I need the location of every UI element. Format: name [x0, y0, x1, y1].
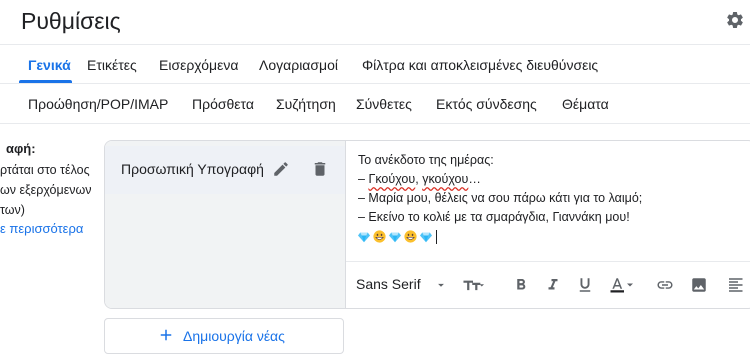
chevron-down-icon: [438, 283, 444, 287]
signature-panel: Προσωπική Υπογραφή Το ανέκδοτο της ημέρα…: [104, 140, 750, 309]
bold-icon[interactable]: [512, 276, 530, 294]
tab-filters[interactable]: Φίλτρα και αποκλεισμένες διευθύνσεις: [362, 57, 598, 73]
page-title: Ρυθμίσεις: [21, 8, 121, 34]
tab-addons[interactable]: Πρόσθετα: [192, 96, 254, 112]
grinning-face-icon: [373, 230, 386, 243]
misspelled-word[interactable]: Γκούχου: [368, 172, 415, 186]
link-icon[interactable]: [656, 276, 674, 294]
gem-icon: [389, 232, 401, 242]
signature-desc-line1: ρτάται στο τέλος: [0, 163, 90, 177]
align-icon[interactable]: [724, 276, 750, 294]
signature-line-2: – Γκούχου, γκούχου…: [358, 172, 481, 186]
emoji-line: [358, 227, 642, 246]
formatting-toolbar: Sans Serif: [346, 262, 750, 308]
font-family-select[interactable]: Sans Serif: [356, 276, 444, 292]
signature-heading: αφή:: [6, 141, 36, 156]
tab-accounts[interactable]: Λογαριασμοί: [259, 57, 338, 73]
tab-chat[interactable]: Συζήτηση: [276, 96, 336, 112]
tab-inbox[interactable]: Εισερχόμενα: [159, 57, 238, 73]
learn-more-link[interactable]: ε περισσότερα: [0, 221, 83, 236]
signature-editor[interactable]: Το ανέκδοτο της ημέρας: – Γκούχου, γκούχ…: [346, 141, 750, 308]
signature-desc-line2: ων εξερχόμενων: [0, 183, 92, 197]
create-new-button[interactable]: Δημιουργία νέας: [104, 318, 344, 354]
tab-offline[interactable]: Εκτός σύνδεσης: [436, 96, 537, 112]
tab-general[interactable]: Γενικά: [28, 57, 71, 73]
underline-icon[interactable]: [576, 276, 594, 294]
signature-line-1: Το ανέκδοτο της ημέρας:: [358, 153, 494, 167]
pencil-icon[interactable]: [272, 160, 290, 178]
tabs-divider-2: [0, 123, 750, 124]
italic-icon[interactable]: [544, 276, 562, 294]
tab-advanced[interactable]: Σύνθετες: [356, 96, 412, 112]
text-cursor: [436, 229, 437, 244]
trash-icon[interactable]: [311, 160, 329, 178]
signature-desc-line3: των): [0, 203, 25, 217]
font-family-value: Sans Serif: [356, 276, 421, 292]
signature-name: Προσωπική Υπογραφή: [121, 161, 264, 177]
tab-forwarding[interactable]: Προώθηση/POP/IMAP: [28, 96, 168, 112]
tab-labels[interactable]: Ετικέτες: [87, 57, 137, 73]
gem-icon: [358, 232, 370, 242]
tabs-divider: [0, 83, 750, 84]
create-new-label: Δημιουργία νέας: [183, 328, 285, 344]
image-icon[interactable]: [690, 276, 708, 294]
text-color-icon[interactable]: [606, 276, 636, 294]
signature-line-3: – Μαρία μου, θέλεις να σου πάρω κάτι για…: [358, 191, 643, 205]
grinning-face-icon: [404, 230, 417, 243]
signature-list-item[interactable]: Προσωπική Υπογραφή: [105, 146, 345, 194]
tab-themes[interactable]: Θέματα: [562, 96, 609, 112]
header-divider: [0, 44, 750, 45]
signature-content[interactable]: Το ανέκδοτο της ημέρας: – Γκούχου, γκούχ…: [358, 151, 642, 246]
font-size-icon[interactable]: [462, 276, 484, 294]
signature-list: Προσωπική Υπογραφή: [105, 141, 346, 308]
plus-icon: [160, 329, 172, 341]
gem-icon: [420, 232, 432, 242]
gear-icon[interactable]: [725, 10, 745, 30]
misspelled-word[interactable]: γκούχου: [422, 172, 468, 186]
signature-line-4: – Εκείνο το κολιέ με τα σμαράγδια, Γιανν…: [358, 210, 630, 224]
